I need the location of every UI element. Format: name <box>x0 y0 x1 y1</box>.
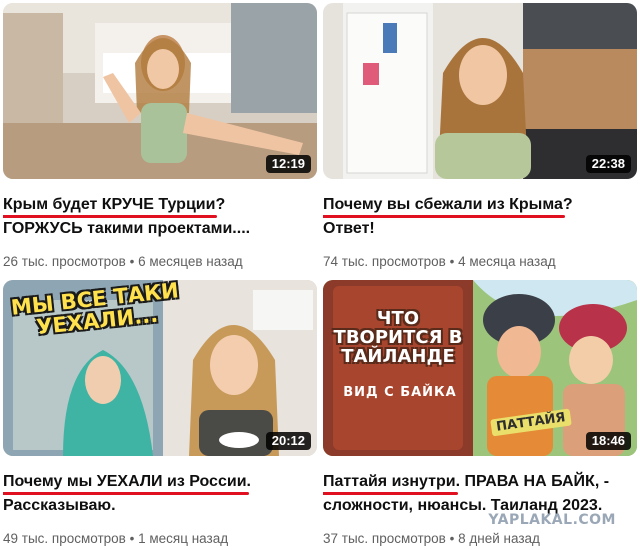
video-title[interactable]: Почему мы УЕХАЛИ из России. Рассказываю. <box>3 470 317 518</box>
duration-badge: 22:38 <box>585 155 631 173</box>
video-title[interactable]: Паттайя изнутри. ПРАВА НА БАЙК, - сложно… <box>323 470 637 518</box>
view-count: 26 тыс. просмотров <box>3 254 126 269</box>
duration-badge: 18:46 <box>585 432 631 450</box>
video-card[interactable]: ЧТО ТВОРИТСЯ В ТАЙЛАНДЕ ВИД С БАЙКА ПАТТ… <box>323 280 637 548</box>
site-watermark: YAPLAKAL.COM <box>488 512 616 528</box>
thumbnail-image <box>323 280 637 456</box>
duration-badge: 20:12 <box>265 432 311 450</box>
title-line2: ГОРЖУСЬ такими проектами.... <box>3 220 251 237</box>
video-title[interactable]: Почему вы сбежали из Крыма? Ответ! <box>323 193 637 241</box>
video-card[interactable]: 12:19 Крым будет КРУЧЕ Турции? ГОРЖУСЬ т… <box>3 3 317 271</box>
video-meta: 74 тыс. просмотров • 4 месяца назад <box>323 253 637 271</box>
title-highlight: Почему вы сбежали из Крыма <box>323 193 565 218</box>
thumbnail-image <box>323 3 637 179</box>
title-rest: ? <box>215 196 226 213</box>
video-thumbnail[interactable]: 22:38 <box>323 3 637 179</box>
upload-age: 8 дней назад <box>458 531 540 546</box>
meta-separator: • <box>449 531 455 546</box>
video-card[interactable]: 22:38 Почему вы сбежали из Крыма? Ответ!… <box>323 3 637 271</box>
view-count: 49 тыс. просмотров <box>3 531 126 546</box>
video-thumbnail[interactable]: МЫ ВСЕ ТАКИ УЕХАЛИ... 20:12 <box>3 280 317 456</box>
video-meta: 37 тыс. просмотров • 8 дней назад <box>323 530 637 548</box>
thumbnail-image <box>3 3 317 179</box>
title-rest: . ПРАВА НА БАЙК, - <box>455 473 610 490</box>
video-meta: 49 тыс. просмотров • 1 месяц назад <box>3 530 317 548</box>
view-count: 74 тыс. просмотров <box>323 254 446 269</box>
title-rest: . <box>246 473 251 490</box>
title-line2: Рассказываю. <box>3 497 116 514</box>
thumbnail-subcaption: ВИД С БАЙКА <box>343 385 457 400</box>
video-card[interactable]: МЫ ВСЕ ТАКИ УЕХАЛИ... 20:12 Почему мы УЕ… <box>3 280 317 548</box>
title-line2: Ответ! <box>323 220 375 237</box>
video-thumbnail[interactable]: ЧТО ТВОРИТСЯ В ТАЙЛАНДЕ ВИД С БАЙКА ПАТТ… <box>323 280 637 456</box>
video-title[interactable]: Крым будет КРУЧЕ Турции? ГОРЖУСЬ такими … <box>3 193 317 241</box>
upload-age: 1 месяц назад <box>138 531 229 546</box>
duration-badge: 12:19 <box>265 155 311 173</box>
title-rest: ? <box>562 196 573 213</box>
meta-separator: • <box>129 254 135 269</box>
video-thumbnail[interactable]: 12:19 <box>3 3 317 179</box>
meta-separator: • <box>129 531 135 546</box>
upload-age: 4 месяца назад <box>458 254 556 269</box>
thumbnail-caption: ЧТО ТВОРИТСЯ В ТАЙЛАНДЕ <box>333 308 463 367</box>
video-meta: 26 тыс. просмотров • 6 месяцев назад <box>3 253 317 271</box>
meta-separator: • <box>449 254 455 269</box>
title-highlight: Паттайя изнутри <box>323 470 458 495</box>
title-highlight: Крым будет КРУЧЕ Турции <box>3 193 218 218</box>
upload-age: 6 месяцев назад <box>138 254 243 269</box>
title-highlight: Почему мы УЕХАЛИ из России <box>3 470 249 495</box>
view-count: 37 тыс. просмотров <box>323 531 446 546</box>
